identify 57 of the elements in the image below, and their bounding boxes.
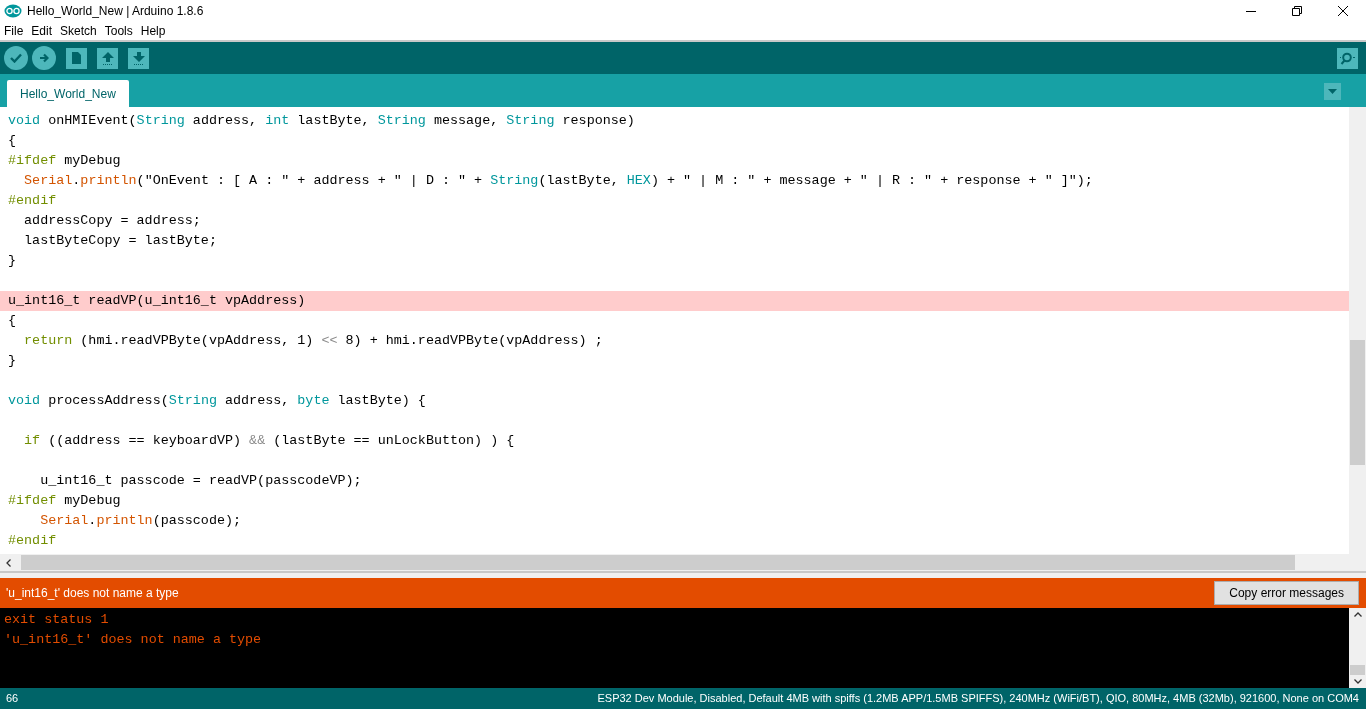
save-button[interactable] <box>128 47 149 69</box>
vertical-scrollbar[interactable] <box>1349 107 1366 571</box>
magnifier-icon <box>1340 51 1355 65</box>
new-button[interactable] <box>66 47 87 69</box>
dropdown-arrow-icon <box>1328 89 1337 94</box>
upload-button[interactable] <box>32 46 56 70</box>
scrollbar-thumb[interactable] <box>1350 665 1365 675</box>
line-number: 66 <box>6 691 19 707</box>
code-line: #endif <box>7 192 58 210</box>
app-logo-icon <box>4 4 22 18</box>
menu-item[interactable]: Sketch <box>60 22 97 40</box>
menu-item[interactable]: File <box>4 22 24 40</box>
scroll-left-icon[interactable] <box>6 558 11 567</box>
code-line: #ifdef myDebug <box>7 492 122 510</box>
code-line: Serial.println(passcode); <box>39 512 243 530</box>
code-line: { <box>7 312 18 330</box>
tab-menu-button[interactable] <box>1324 83 1341 100</box>
code-line: u_int16_t passcode = readVP(passcodeVP); <box>39 472 363 490</box>
verify-button[interactable] <box>4 46 28 70</box>
code-line: addressCopy = address; <box>23 212 202 230</box>
copy-error-button[interactable]: Copy error messages <box>1214 581 1359 605</box>
checkmark-icon <box>10 53 22 63</box>
up-arrow-icon <box>101 51 114 65</box>
error-message: 'u_int16_t' does not name a type <box>6 585 179 602</box>
console-line: exit status 1 <box>4 611 110 629</box>
code-line: { <box>7 132 18 150</box>
scrollbar-thumb[interactable] <box>21 555 1295 570</box>
document-icon <box>72 52 81 64</box>
menu-item[interactable]: Help <box>140 22 166 40</box>
code-line: if ((address == keyboardVP) && (lastByte == unLockButton) ) { <box>23 432 516 450</box>
code-line: #endif <box>7 532 58 550</box>
down-arrow-icon <box>132 51 145 65</box>
serial-monitor-button[interactable] <box>1337 47 1358 69</box>
code-line: } <box>7 252 18 270</box>
menu-item[interactable]: Tools <box>104 22 133 40</box>
code-line: void onHMIEvent(String address, int lastByte, String message, String response) <box>7 112 636 130</box>
menu-item[interactable]: Edit <box>31 22 53 40</box>
restore-icon <box>1292 6 1302 16</box>
code-line: lastByteCopy = lastByte; <box>23 232 218 250</box>
scroll-up-icon[interactable] <box>1353 612 1362 617</box>
right-arrow-icon <box>39 53 49 63</box>
scrollbar-thumb[interactable] <box>1350 340 1365 465</box>
horizontal-scrollbar[interactable] <box>0 554 1349 571</box>
code-line: Serial.println("OnEvent : [ A : " + address + " | D : " + String(lastByte, HEX) + " | M : " + message + " | R : " + response + " ]"); <box>23 172 1094 190</box>
console-line: 'u_int16_t' does not name a type <box>4 631 263 649</box>
window-title: Hello_World_New | Arduino 1.8.6 <box>27 3 204 20</box>
code-line: void processAddress(String address, byte lastByte) { <box>7 392 427 410</box>
file-tab[interactable]: Hello_World_New <box>7 80 129 107</box>
board-info: ESP32 Dev Module, Disabled, Default 4MB with spiffs (1.2MB APP/1.5MB SPIFFS), 240MHz (WiFi/BT), QIO, 80MHz, 4MB (32Mb), 921600, None on COM4 <box>597 691 1359 707</box>
code-line: #ifdef myDebug <box>7 152 122 170</box>
code-line: return (hmi.readVPByte(vpAddress, 1) << 8) + hmi.readVPByte(vpAddress) ; <box>23 332 604 350</box>
code-line: } <box>7 352 18 370</box>
close-icon <box>1338 6 1348 16</box>
open-button[interactable] <box>97 47 118 69</box>
minimize-icon <box>1246 10 1256 12</box>
scroll-down-icon[interactable] <box>1353 679 1362 684</box>
console-scrollbar[interactable] <box>1349 608 1366 688</box>
